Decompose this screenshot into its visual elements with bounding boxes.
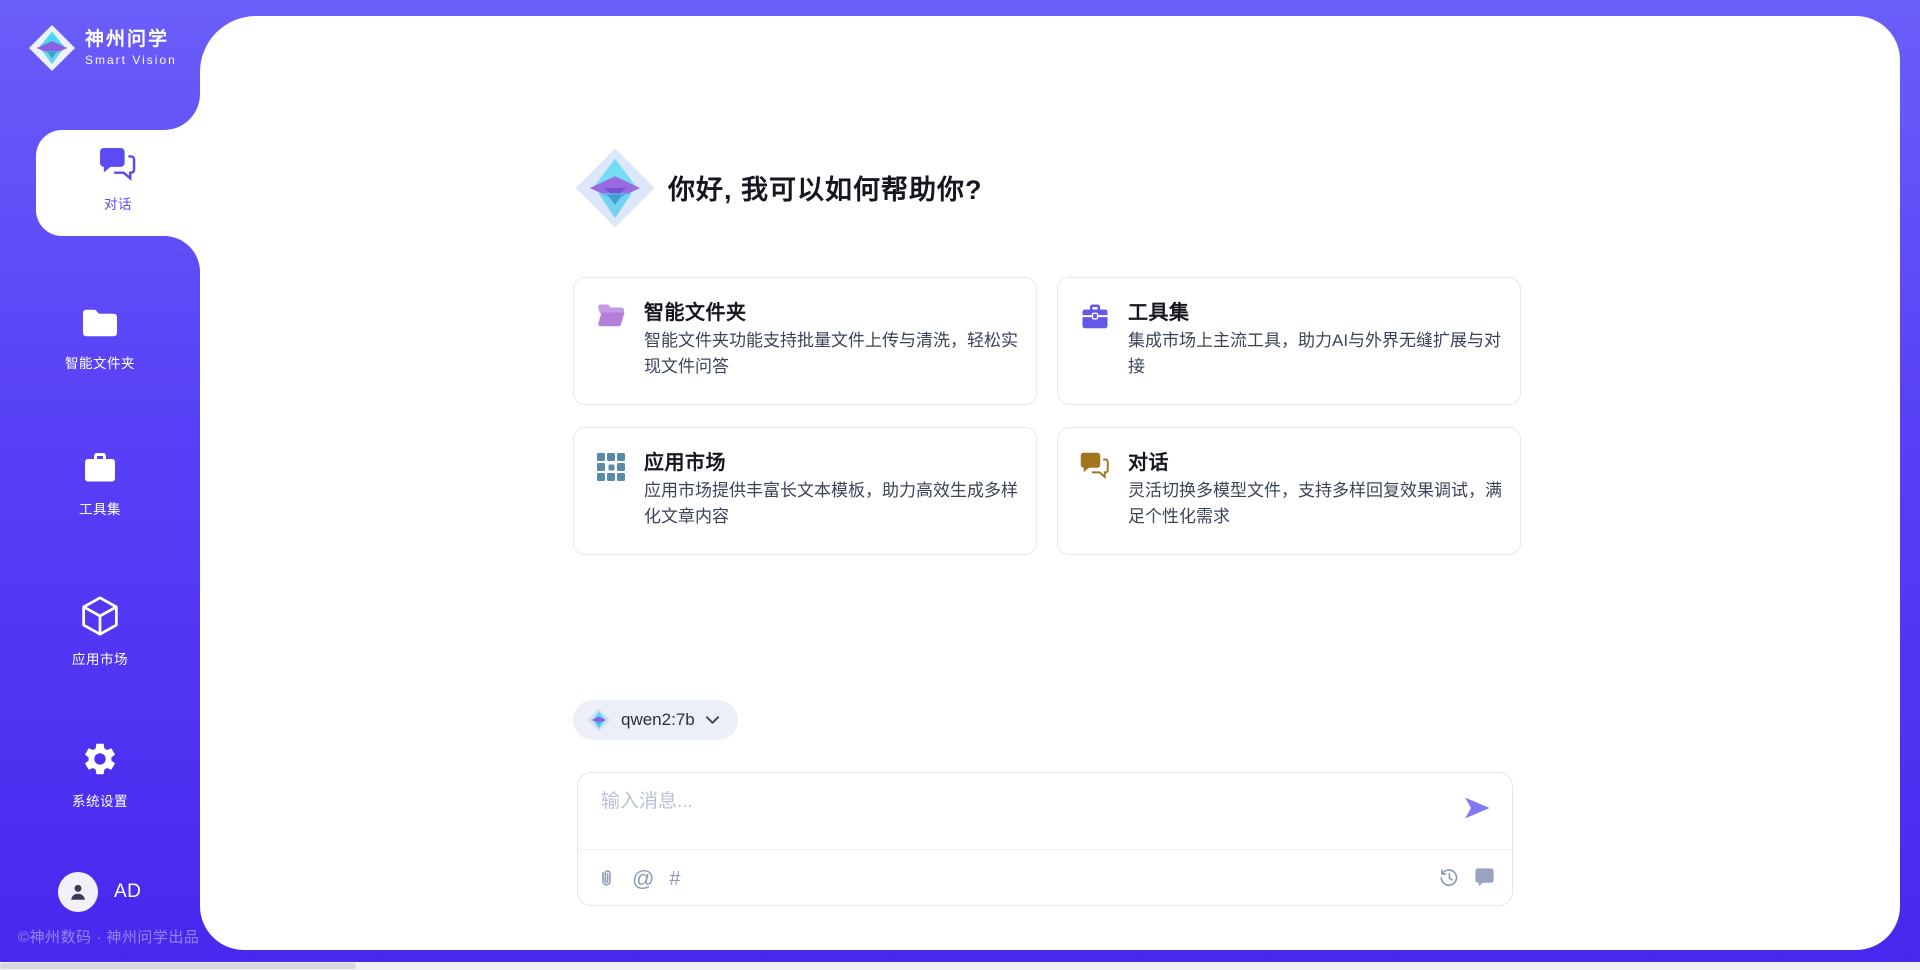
model-name: qwen2:7b bbox=[621, 710, 695, 730]
model-selector[interactable]: qwen2:7b bbox=[573, 700, 738, 740]
message-input[interactable] bbox=[599, 786, 1419, 818]
card-smart-folder[interactable]: 智能文件夹 智能文件夹功能支持批量文件上传与清洗，轻松实现文件问答 bbox=[573, 277, 1037, 405]
sidebar-footer: ©神州数码 · 神州问学出品 bbox=[18, 926, 199, 947]
brand-name: 神州问学 bbox=[85, 30, 177, 49]
sidebar-left-strip bbox=[0, 130, 36, 236]
scrollbar-thumb[interactable] bbox=[0, 963, 356, 969]
card-title: 智能文件夹 bbox=[644, 296, 747, 325]
sidebar-item-app-market[interactable]: 应用市场 bbox=[0, 596, 200, 668]
hashtag-icon[interactable]: # bbox=[669, 869, 680, 889]
paperclip-icon[interactable] bbox=[596, 867, 617, 891]
sidebar-item-toolset[interactable]: 工具集 bbox=[0, 450, 200, 518]
user-name: AD bbox=[114, 881, 141, 903]
chat-icon bbox=[99, 147, 137, 181]
composer-tools-right bbox=[1438, 865, 1496, 888]
card-app-market[interactable]: 应用市场 应用市场提供丰富长文本模板，助力高效生成多样化文章内容 bbox=[573, 427, 1037, 555]
card-title: 工具集 bbox=[1128, 296, 1190, 325]
card-title: 应用市场 bbox=[644, 446, 726, 475]
card-description: 集成市场上主流工具，助力AI与外界无缝扩展与对接 bbox=[1128, 328, 1506, 379]
gear-icon bbox=[81, 740, 119, 778]
briefcase-icon bbox=[81, 450, 119, 486]
comment-icon[interactable] bbox=[1473, 865, 1496, 888]
sidebar-item-label: 智能文件夹 bbox=[0, 352, 200, 372]
card-description: 智能文件夹功能支持批量文件上传与清洗，轻松实现文件问答 bbox=[644, 328, 1022, 379]
user-profile[interactable]: AD bbox=[58, 872, 141, 912]
card-description: 灵活切换多模型文件，支持多样回复效果调试，满足个性化需求 bbox=[1128, 478, 1506, 529]
greeting-title: 你好, 我可以如何帮助你? bbox=[668, 168, 983, 207]
grid-icon bbox=[596, 452, 626, 482]
brand-logo: 神州问学 Smart Vision bbox=[28, 24, 177, 72]
send-button[interactable] bbox=[1462, 793, 1492, 823]
sidebar-item-label: 工具集 bbox=[0, 498, 200, 518]
sidebar-item-label: 对话 bbox=[36, 193, 200, 213]
send-icon bbox=[1462, 793, 1492, 823]
folder-icon bbox=[80, 306, 120, 340]
brand-subtitle: Smart Vision bbox=[85, 54, 177, 66]
briefcase-icon bbox=[1080, 302, 1110, 332]
chevron-down-icon bbox=[705, 715, 720, 725]
sidebar-item-settings[interactable]: 系统设置 bbox=[0, 740, 200, 810]
chat-icon bbox=[1080, 452, 1110, 479]
card-chat[interactable]: 对话 灵活切换多模型文件，支持多样回复效果调试，满足个性化需求 bbox=[1057, 427, 1521, 555]
folder-open-icon bbox=[596, 302, 626, 329]
card-title: 对话 bbox=[1128, 446, 1169, 475]
card-description: 应用市场提供丰富长文本模板，助力高效生成多样化文章内容 bbox=[644, 478, 1022, 529]
history-icon[interactable] bbox=[1438, 866, 1460, 888]
avatar[interactable] bbox=[58, 872, 98, 912]
composer-divider bbox=[578, 849, 1512, 850]
horizontal-scrollbar[interactable] bbox=[0, 962, 1920, 970]
card-toolset[interactable]: 工具集 集成市场上主流工具，助力AI与外界无缝扩展与对接 bbox=[1057, 277, 1521, 405]
sidebar-bottom-block: 智能文件夹 工具集 应用市场 系统设置 bbox=[0, 236, 200, 970]
sidebar: 神州问学 Smart Vision 对话 智能文件夹 工具集 bbox=[0, 0, 200, 970]
sidebar-item-chat[interactable]: 对话 bbox=[36, 130, 200, 236]
brand-gem-icon bbox=[28, 24, 76, 72]
sidebar-item-label: 应用市场 bbox=[0, 648, 200, 668]
message-composer: @ # bbox=[577, 772, 1513, 906]
sidebar-item-smart-folder[interactable]: 智能文件夹 bbox=[0, 306, 200, 372]
feature-cards: 智能文件夹 智能文件夹功能支持批量文件上传与清洗，轻松实现文件问答 工具集 集成… bbox=[573, 277, 1521, 555]
sidebar-top-block: 神州问学 Smart Vision bbox=[0, 0, 200, 130]
mention-icon[interactable]: @ bbox=[632, 868, 654, 890]
model-gem-icon bbox=[587, 708, 611, 732]
composer-tools-left: @ # bbox=[596, 863, 680, 895]
greeting-gem-icon bbox=[573, 146, 657, 230]
cube-icon bbox=[81, 596, 119, 636]
user-avatar-icon bbox=[67, 881, 89, 903]
sidebar-item-label: 系统设置 bbox=[0, 790, 200, 810]
